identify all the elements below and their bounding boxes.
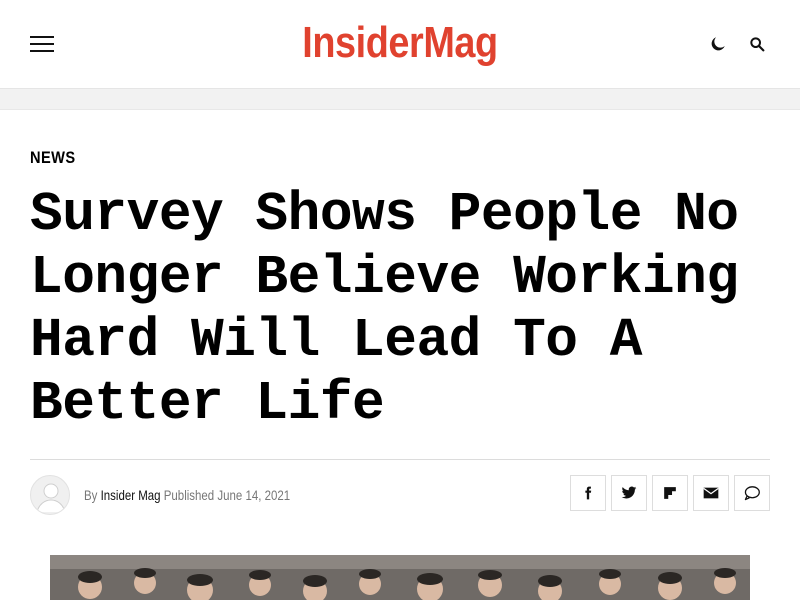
meta-divider <box>30 459 770 460</box>
avatar[interactable] <box>30 475 70 515</box>
hamburger-menu-icon[interactable] <box>30 36 54 54</box>
article-byline: By Insider Mag Published June 14, 2021 <box>84 486 290 504</box>
email-icon <box>703 487 719 499</box>
share-facebook-button[interactable] <box>570 475 606 511</box>
share-twitter-button[interactable] <box>611 475 647 511</box>
facebook-icon <box>585 486 592 500</box>
by-label: By <box>84 487 98 503</box>
article-title: Survey Shows People No Longer Believe Wo… <box>30 185 739 435</box>
site-logo[interactable]: InsiderMag <box>56 14 744 72</box>
header-divider-strip <box>0 89 800 110</box>
site-header: InsiderMag <box>0 0 800 89</box>
share-email-button[interactable] <box>693 475 729 511</box>
search-icon[interactable] <box>747 34 767 54</box>
publish-date: June 14, 2021 <box>217 487 291 503</box>
article-hero-image <box>50 555 750 600</box>
share-comment-button[interactable] <box>734 475 770 511</box>
flipboard-icon <box>664 487 676 499</box>
moon-icon[interactable] <box>708 34 728 54</box>
author-link[interactable]: Insider Mag <box>101 487 161 503</box>
comment-icon <box>744 486 760 501</box>
published-label: Published <box>163 487 215 503</box>
twitter-icon <box>621 486 637 499</box>
category-label[interactable]: NEWS <box>30 148 76 168</box>
share-flipboard-button[interactable] <box>652 475 688 511</box>
